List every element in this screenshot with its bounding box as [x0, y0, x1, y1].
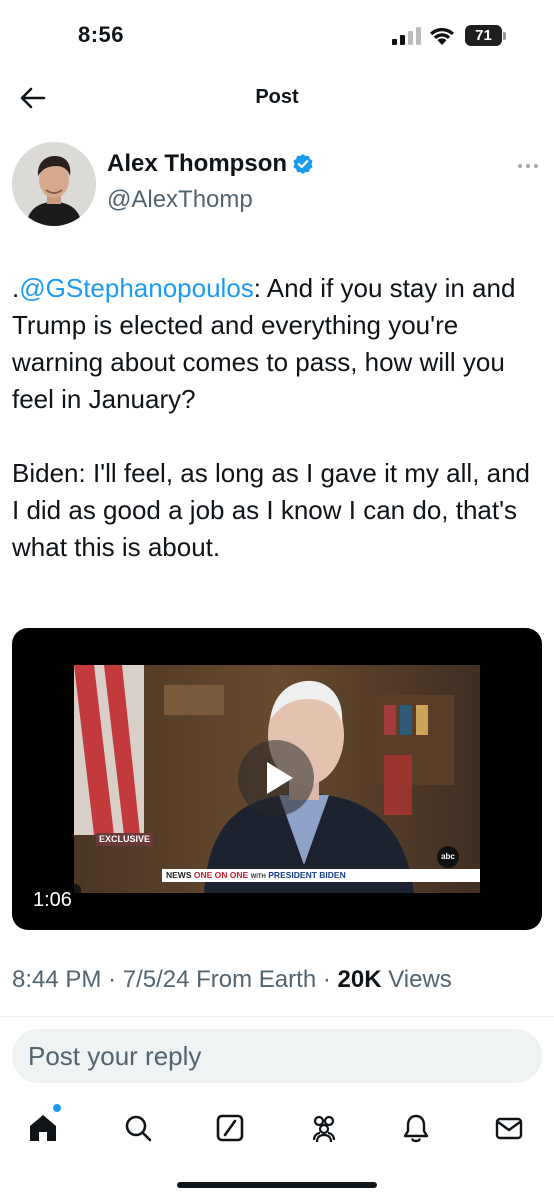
page-title: Post — [255, 86, 299, 108]
post-text-body: : And if you stay in and Trump is electe… — [12, 273, 531, 562]
author-handle[interactable]: @AlexThomp — [107, 186, 253, 214]
reply-placeholder: Post your reply — [28, 1041, 202, 1071]
post-time[interactable]: 8:44 PM — [12, 966, 101, 993]
status-time: 8:56 — [78, 22, 125, 47]
grok-icon — [216, 1114, 244, 1142]
author-name[interactable]: Alex Thompson — [107, 150, 287, 178]
play-icon — [267, 762, 293, 794]
verified-badge-icon — [293, 154, 313, 174]
lower-third-show: ONE ON ONE — [193, 870, 249, 880]
envelope-icon — [495, 1117, 523, 1140]
network-logo: abc — [437, 846, 459, 868]
meta-separator: · — [108, 966, 123, 993]
tab-communities[interactable] — [304, 1108, 344, 1148]
lower-third-with: WITH — [250, 874, 266, 880]
tab-search[interactable] — [118, 1108, 158, 1148]
home-icon — [30, 1115, 56, 1141]
reply-input[interactable]: Post your reply — [12, 1029, 542, 1083]
post-text: .@GStephanopoulos: And if you stay in an… — [12, 270, 542, 566]
tab-grok[interactable] — [210, 1108, 250, 1148]
cellular-signal-icon — [392, 27, 421, 45]
bell-icon — [403, 1114, 429, 1143]
nav-header: Post — [0, 70, 554, 126]
battery-icon: 71 — [465, 25, 507, 46]
tab-notifications[interactable] — [396, 1108, 436, 1148]
home-indicator — [177, 1182, 377, 1188]
lower-third-network: NEWS — [166, 870, 192, 880]
battery-level: 71 — [475, 27, 492, 44]
play-button[interactable] — [238, 740, 314, 816]
video-duration: 1:06 — [24, 884, 81, 916]
video-player[interactable]: EXCLUSIVE abc NEWS ONE ON ONE WITH PRESI… — [12, 628, 542, 930]
tab-home[interactable] — [23, 1108, 63, 1148]
status-bar: 8:56 71 — [0, 0, 554, 70]
post-meta: 8:44 PM · 7/5/24 From Earth · 20K Views — [12, 966, 452, 994]
mention-link[interactable]: @GStephanopoulos — [19, 273, 254, 303]
divider — [0, 1016, 554, 1017]
exclusive-tag: EXCLUSIVE — [96, 833, 154, 846]
lower-third-banner: NEWS ONE ON ONE WITH PRESIDENT BIDEN — [162, 869, 480, 882]
tab-messages[interactable] — [489, 1108, 529, 1148]
communities-icon — [312, 1115, 336, 1143]
lower-third-guest: PRESIDENT BIDEN — [268, 870, 346, 880]
home-unread-dot — [53, 1104, 61, 1112]
search-icon — [125, 1115, 152, 1142]
post-author: Alex Thompson @AlexThomp — [0, 138, 554, 230]
avatar[interactable] — [12, 142, 96, 226]
more-options-icon[interactable] — [516, 160, 540, 172]
bottom-tab-bar — [0, 1100, 554, 1154]
views-count: 20K — [337, 966, 382, 993]
post-location: From Earth — [196, 966, 317, 993]
wifi-icon — [430, 27, 454, 45]
meta-separator: · — [322, 966, 338, 993]
post-date[interactable]: 7/5/24 — [123, 966, 190, 993]
views-label: Views — [388, 966, 452, 993]
